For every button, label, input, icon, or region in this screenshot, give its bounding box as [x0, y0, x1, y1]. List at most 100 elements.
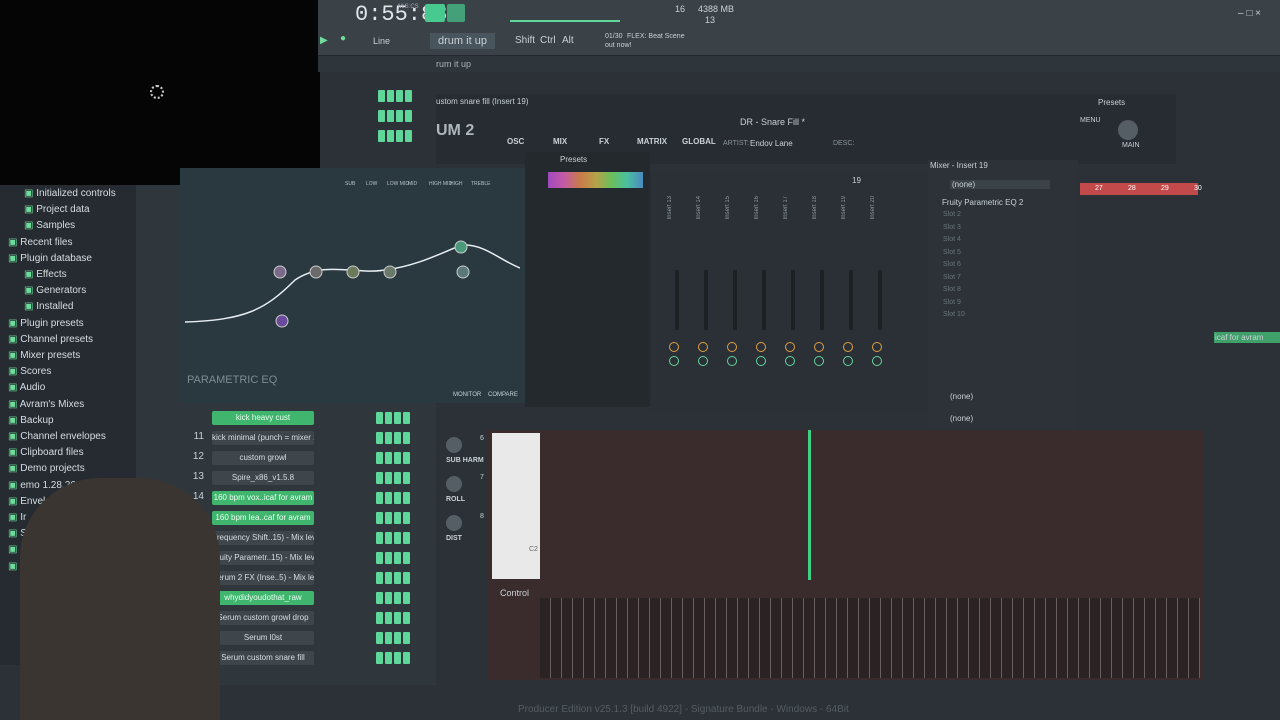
- mixer-slot[interactable]: Slot 2: [943, 211, 961, 218]
- mixer-fader[interactable]: [733, 270, 737, 330]
- send-knob[interactable]: [785, 356, 795, 366]
- send-knob[interactable]: [756, 356, 766, 366]
- playlist-bar-number[interactable]: 29: [1161, 185, 1169, 192]
- pan-knob[interactable]: [756, 342, 766, 352]
- step-pad[interactable]: [403, 532, 410, 544]
- browser-item[interactable]: ▣ Recent files: [8, 237, 72, 248]
- step-pad[interactable]: [394, 572, 401, 584]
- slot-1-plugin[interactable]: Fruity Parametric EQ 2: [942, 198, 1023, 207]
- mixer-slot[interactable]: Slot 8: [943, 286, 961, 293]
- send-knob[interactable]: [727, 356, 737, 366]
- mixer-insert-label[interactable]: Insert 18: [812, 196, 818, 219]
- pattern-selector[interactable]: drum it up: [430, 33, 495, 49]
- playlist-clip-label[interactable]: icaf for avram: [1214, 332, 1280, 343]
- channel-name-button[interactable]: Serum custom growl drop: [212, 611, 314, 625]
- step-pad[interactable]: [405, 90, 412, 102]
- step-pad[interactable]: [385, 652, 392, 664]
- pan-knob[interactable]: [669, 342, 679, 352]
- step-pad[interactable]: [378, 90, 385, 102]
- channel-mixer-num[interactable]: 13: [184, 471, 204, 482]
- mixer-insert-label[interactable]: Insert 19: [841, 196, 847, 219]
- browser-item[interactable]: ▣ Backup: [8, 415, 54, 426]
- step-pad[interactable]: [403, 552, 410, 564]
- browser-item[interactable]: ▣ Installed: [24, 301, 73, 312]
- step-pad[interactable]: [396, 110, 403, 122]
- browser-item[interactable]: ▣ Audio: [8, 382, 45, 393]
- macro-knob[interactable]: [446, 476, 462, 492]
- mixer-slot[interactable]: Slot 4: [943, 236, 961, 243]
- arrow-icon[interactable]: ▶: [320, 35, 328, 46]
- browser-item[interactable]: ▣ Samples: [24, 220, 75, 231]
- pattern-mode-button[interactable]: [425, 4, 445, 22]
- mixer-fader[interactable]: [878, 270, 882, 330]
- step-pad[interactable]: [394, 452, 401, 464]
- channel-name-button[interactable]: kick heavy cust: [212, 411, 314, 425]
- browser-item[interactable]: ▣ Channel envelopes: [8, 431, 106, 442]
- browser-item[interactable]: ▣ Scores: [8, 366, 51, 377]
- channel-mixer-num[interactable]: 12: [184, 451, 204, 462]
- step-pad[interactable]: [387, 130, 394, 142]
- step-pad[interactable]: [385, 552, 392, 564]
- mixer-slot[interactable]: Slot 6: [943, 261, 961, 268]
- presets-label[interactable]: Presets: [1098, 98, 1125, 107]
- step-pad[interactable]: [376, 572, 383, 584]
- shift-button[interactable]: Shift: [515, 35, 535, 46]
- step-pad[interactable]: [376, 612, 383, 624]
- channel-name-button[interactable]: kick minimal (punch = mixer 10): [212, 431, 314, 445]
- channel-name-button[interactable]: Frequency Shift..15) - Mix level: [212, 531, 314, 545]
- step-pad[interactable]: [394, 552, 401, 564]
- mixer-insert-label[interactable]: Insert 15: [725, 196, 731, 219]
- main-knob[interactable]: [1118, 120, 1138, 140]
- step-pad[interactable]: [385, 452, 392, 464]
- step-pad[interactable]: [376, 412, 383, 424]
- menu-button[interactable]: MENU: [1080, 117, 1101, 124]
- step-pad[interactable]: [405, 130, 412, 142]
- browser-item[interactable]: ▣ Effects: [24, 269, 67, 280]
- eq-curve[interactable]: [185, 190, 520, 350]
- mixer-slot[interactable]: Slot 3: [943, 224, 961, 231]
- step-pad[interactable]: [385, 572, 392, 584]
- step-pad[interactable]: [376, 532, 383, 544]
- browser-item[interactable]: ▣ Channel presets: [8, 334, 93, 345]
- playlist-bar-number[interactable]: 27: [1095, 185, 1103, 192]
- output-select-2[interactable]: (none): [950, 414, 973, 423]
- step-pad[interactable]: [385, 612, 392, 624]
- control-label[interactable]: Control: [500, 588, 529, 598]
- step-pad[interactable]: [394, 612, 401, 624]
- step-pad[interactable]: [387, 110, 394, 122]
- step-pad[interactable]: [376, 632, 383, 644]
- step-pad[interactable]: [376, 512, 383, 524]
- step-pad[interactable]: [403, 412, 410, 424]
- step-pad[interactable]: [376, 492, 383, 504]
- channel-row[interactable]: 12 custom growl: [136, 448, 436, 468]
- step-pad[interactable]: [385, 492, 392, 504]
- pan-knob[interactable]: [814, 342, 824, 352]
- pan-knob[interactable]: [843, 342, 853, 352]
- pan-knob[interactable]: [727, 342, 737, 352]
- step-pad[interactable]: [394, 412, 401, 424]
- step-pad[interactable]: [403, 572, 410, 584]
- step-pad[interactable]: [385, 632, 392, 644]
- mixer-insert-label[interactable]: Insert 14: [696, 196, 702, 219]
- channel-name-button[interactable]: custom growl: [212, 451, 314, 465]
- browser-item[interactable]: ▣ Demo projects: [8, 463, 85, 474]
- serum-tab[interactable]: MATRIX: [637, 137, 667, 146]
- serum-tab[interactable]: FX: [599, 137, 609, 146]
- step-pad[interactable]: [385, 472, 392, 484]
- mixer-insert-label[interactable]: Insert 13: [667, 196, 673, 219]
- ctrl-button[interactable]: Ctrl: [540, 35, 556, 46]
- step-pad[interactable]: [396, 90, 403, 102]
- browser-item[interactable]: ▣ Mixer presets: [8, 350, 80, 361]
- step-pad[interactable]: [376, 552, 383, 564]
- step-pad[interactable]: [385, 432, 392, 444]
- browser-item[interactable]: ▣ Clipboard files: [8, 447, 84, 458]
- step-pad[interactable]: [387, 90, 394, 102]
- playlist-bar-number[interactable]: 30: [1194, 185, 1202, 192]
- step-pad[interactable]: [403, 632, 410, 644]
- pan-knob[interactable]: [785, 342, 795, 352]
- channel-name-button[interactable]: Serum 2 FX (Inse..5) - Mix level: [212, 571, 314, 585]
- song-mode-button[interactable]: [447, 4, 465, 22]
- step-pad[interactable]: [403, 432, 410, 444]
- mixer-fader[interactable]: [820, 270, 824, 330]
- playlist-bar-number[interactable]: 28: [1128, 185, 1136, 192]
